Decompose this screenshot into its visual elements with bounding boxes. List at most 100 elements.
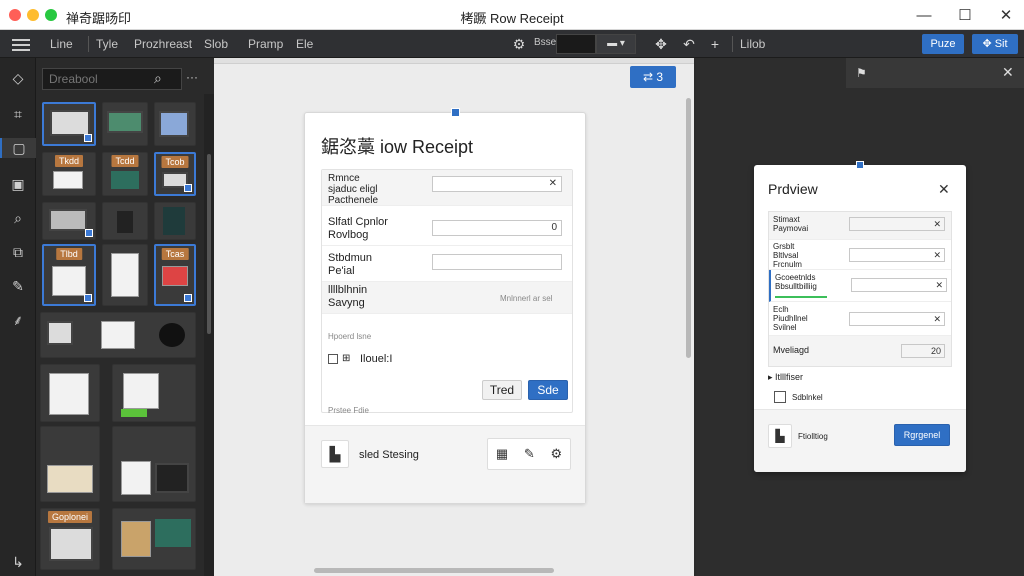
preview-input[interactable]: ✕ (849, 312, 945, 326)
toolbar-item-ele[interactable]: Ele (296, 37, 313, 51)
toolbar-item-pramp[interactable]: Pramp (248, 37, 283, 51)
clipboard-graphic (121, 521, 151, 557)
asset-thumb[interactable]: Goplonei (40, 508, 100, 570)
screen-graphic (111, 171, 139, 189)
toolbar-item-line[interactable]: Line (50, 37, 73, 51)
preview-checkbox[interactable] (774, 391, 786, 403)
asset-label: Goplonei (47, 511, 93, 523)
cancel-button[interactable]: Tred (482, 380, 522, 400)
preview-input[interactable]: ✕ (849, 217, 945, 231)
asset-thumb[interactable]: Tlbd (42, 244, 96, 306)
zoom-window-dot[interactable] (45, 9, 57, 21)
flag-icon[interactable]: ⚑ (856, 66, 867, 80)
collaborators-badge[interactable]: ⇄ 3 (630, 66, 676, 88)
preview-dialog: Prdview ✕ Stimaxt Paymovai ✕ Grsblt Bltl… (754, 161, 966, 472)
asset-panel-scrollbar[interactable] (204, 94, 214, 576)
asset-thumb[interactable]: Tcdd (102, 152, 148, 196)
save-button[interactable]: Sde (528, 380, 568, 400)
preview-input[interactable]: ✕ (849, 248, 945, 262)
regenerate-button[interactable]: Rgrgenel (894, 424, 950, 446)
base-input[interactable] (556, 34, 596, 54)
form-input[interactable]: ✕ (432, 176, 562, 192)
asset-thumb[interactable] (102, 202, 148, 240)
asset-thumb[interactable] (154, 202, 196, 240)
close-button[interactable]: ✕ (988, 3, 1024, 27)
form-label: Slfatl Cpnlor Rovlbog (328, 216, 388, 241)
asset-thumb[interactable] (42, 102, 96, 146)
frame-handle-icon[interactable] (451, 108, 460, 117)
hamburger-menu-icon[interactable] (12, 36, 30, 52)
asset-thumb[interactable] (112, 426, 196, 502)
title-bar: 禅奇踞旸印 栲蹶 Row Receipt — ☐ ✕ (0, 0, 1024, 30)
grid-checkbox[interactable] (328, 354, 338, 364)
layout-icon[interactable]: ▙ (321, 440, 349, 468)
help-icon[interactable]: ↳ (8, 552, 28, 572)
asset-thumb[interactable]: Tcas (154, 244, 196, 306)
grid-toggle[interactable]: Lilob (740, 37, 765, 51)
section-toggle[interactable]: ▸ Itlllfiser (768, 373, 803, 382)
rectangle-icon[interactable]: ▢ (0, 138, 36, 158)
asset-thumb[interactable] (102, 102, 148, 146)
qr-icon[interactable]: ▦ (496, 446, 508, 462)
asset-thumb[interactable] (40, 426, 100, 502)
asset-thumb[interactable] (40, 312, 196, 358)
settings-gear-icon[interactable]: ⚙ (510, 35, 528, 53)
preview-handle-icon[interactable] (856, 161, 864, 169)
qty-label: Mveliagd (773, 345, 810, 355)
toolbar-item-tyle[interactable]: Tyle (96, 37, 118, 51)
document-graphic (121, 461, 151, 495)
add-icon[interactable]: + (706, 35, 724, 53)
form-input[interactable]: 0 (432, 220, 562, 236)
preview-close-icon[interactable]: ✕ (938, 181, 950, 198)
form-row: Rmnce sjaduc eligl Pacthenele ✕ (322, 170, 572, 206)
badge-count: 3 (656, 70, 664, 84)
preview-input[interactable]: ✕ (851, 278, 947, 292)
asset-thumb[interactable]: Tkdd (42, 152, 96, 196)
move-icon[interactable]: ✥ (652, 35, 670, 53)
receipt-frame[interactable]: 鋸恣藁 iow Receipt Rmnce sjaduc eligl Pacth… (304, 108, 586, 504)
edit-icon[interactable]: ✎ (524, 446, 535, 462)
canvas-horizontal-scrollbar[interactable] (214, 564, 694, 576)
toolbar-item-slob[interactable]: Slob (204, 37, 228, 51)
asset-thumb[interactable] (112, 508, 196, 570)
frame-icon[interactable]: ⌗ (8, 104, 28, 124)
brush-icon[interactable]: ⸙ (8, 310, 28, 330)
diamond-select-icon[interactable]: ◇ (8, 68, 28, 88)
canvas-vertical-scrollbar[interactable] (682, 64, 694, 564)
tablet-graphic (159, 111, 189, 137)
minimize-window-dot[interactable] (27, 9, 39, 21)
toolbar-item-prozhreast[interactable]: Prozhreast (134, 37, 192, 51)
undo-icon[interactable]: ↶ (680, 35, 698, 53)
more-options-icon[interactable]: ··· (186, 70, 198, 84)
asset-thumb[interactable]: Tcob (154, 152, 196, 196)
base-select-dropdown[interactable]: ▬ ▾ (596, 34, 636, 54)
search-zoom-icon[interactable]: ⌕ (8, 208, 28, 228)
form-input[interactable] (432, 254, 562, 270)
unit-label: Ilouel:I (360, 353, 393, 365)
pen-icon[interactable]: ✎ (8, 276, 28, 296)
search-icon[interactable]: ⌕ (154, 70, 162, 87)
asset-thumb[interactable] (40, 364, 100, 422)
settings-icon[interactable]: ⚙ (550, 446, 562, 462)
design-canvas[interactable]: ⇄ 3 鋸恣藁 iow Receipt Rmnce sjaduc eligl P… (214, 58, 694, 576)
minimize-button[interactable]: — (906, 3, 942, 27)
layout-icon[interactable]: ▣ (8, 174, 28, 194)
asset-thumb[interactable] (102, 244, 148, 306)
asset-thumb[interactable] (112, 364, 196, 422)
asset-thumb[interactable] (154, 102, 196, 146)
preview-footer: ▙ Ftiolltiog Rgrgenel (754, 409, 966, 472)
asset-thumb[interactable] (42, 202, 96, 240)
qty-input[interactable]: 20 (901, 344, 945, 358)
preview-row: Grsblt Bltlvsal Frcnulm ✕ (769, 240, 951, 270)
close-panel-icon[interactable]: ✕ (1002, 64, 1014, 81)
share-button[interactable]: ✥ Sit (972, 34, 1018, 54)
form-label: llllblhnin Savyng (328, 284, 368, 309)
screen-graphic (155, 519, 191, 547)
copy-icon[interactable]: ⧉ (8, 242, 28, 262)
paste-button[interactable]: Puze (922, 34, 964, 54)
maximize-button[interactable]: ☐ (947, 3, 983, 27)
card-graphic (162, 266, 188, 286)
close-window-dot[interactable] (9, 9, 21, 21)
book-graphic (47, 465, 93, 493)
layout-icon[interactable]: ▙ (768, 424, 792, 448)
